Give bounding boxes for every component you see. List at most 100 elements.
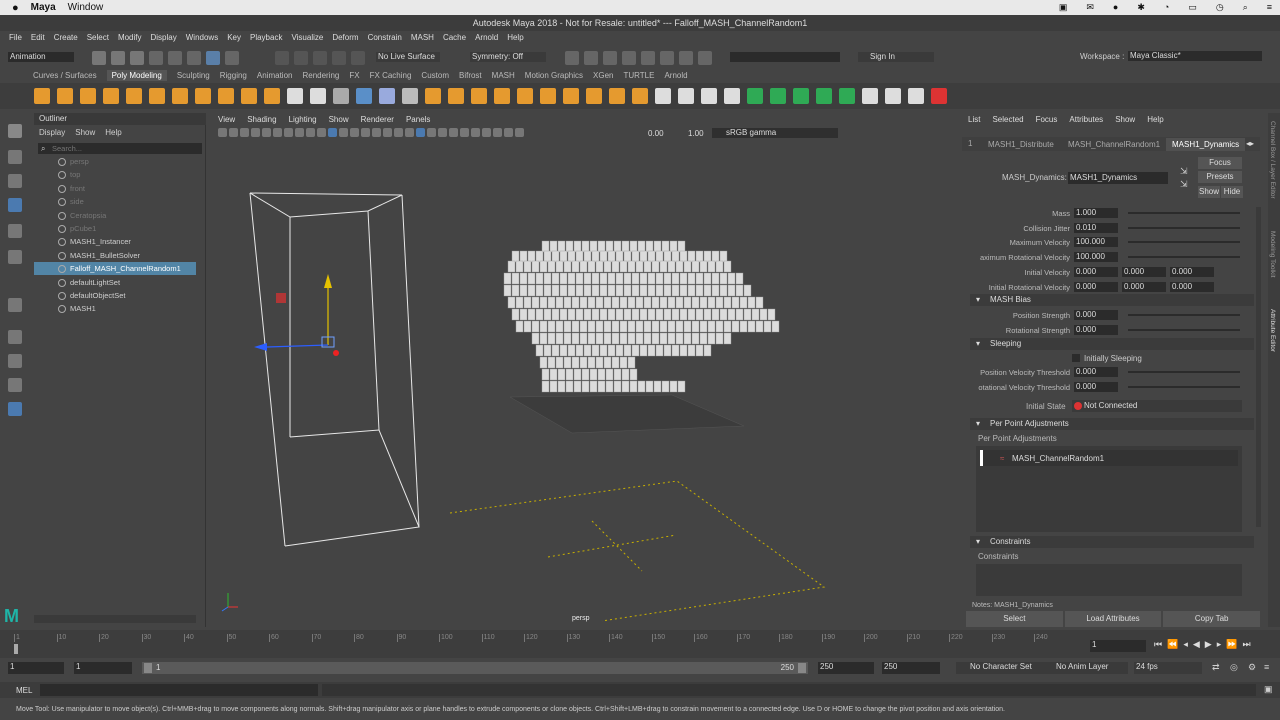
shelf-tool-icon[interactable] [908,88,924,104]
shelf-tool-icon[interactable] [103,88,119,104]
shelf-tool-icon[interactable] [494,88,510,104]
tab-scroll-left-icon[interactable]: 1 [968,139,972,148]
shelf-tool-icon[interactable] [172,88,188,104]
section-sleeping[interactable]: ▾ Sleeping [970,338,1254,350]
range-end-handle[interactable] [798,663,806,673]
shelf-tool-icon[interactable] [57,88,73,104]
menu-mash[interactable]: MASH [411,33,434,42]
viewport-toolbar-icon[interactable] [218,128,227,137]
shelf-tool-icon[interactable] [770,88,786,104]
outliner-item[interactable]: defaultObjectSet [34,289,196,302]
shelf-tab-motion-graphics[interactable]: Motion Graphics [525,71,583,80]
outliner-search-input[interactable] [38,143,202,154]
shelf-tab-sculpting[interactable]: Sculpting [177,71,210,80]
shelf-tool-icon[interactable] [402,88,418,104]
outliner-item[interactable]: persp [34,155,196,168]
menu-windows[interactable]: Windows [186,33,218,42]
attr-value-field[interactable]: 0.000 [1170,281,1214,292]
battery-icon[interactable]: ▭ [1188,2,1197,13]
shelf-tool-icon[interactable] [839,88,855,104]
shelf-tool-icon[interactable] [356,88,372,104]
menuset-dropdown[interactable]: Animation [8,52,74,62]
app-menu[interactable]: Maya [31,2,56,13]
focus-arrow-icon[interactable]: ⇲ [1180,166,1188,177]
shelf-tool-icon[interactable] [517,88,533,104]
outliner-item[interactable]: defaultLightSet [34,276,196,289]
attr-slider[interactable] [1128,385,1240,388]
step-forward-key-icon[interactable]: ⏩ [1226,639,1237,650]
select-hierarchy-icon[interactable] [187,51,201,65]
menu-constrain[interactable]: Constrain [368,33,402,42]
tab-arrows-icon[interactable]: ◂▸ [1246,139,1254,148]
arnold-icon[interactable] [679,51,693,65]
attr-value-field[interactable]: 0.000 [1074,381,1118,392]
viewport-toolbar-icon[interactable] [262,128,271,137]
current-frame-field[interactable]: 1 [1090,640,1146,652]
sign-in-button[interactable]: Sign In [858,52,934,62]
outliner-item[interactable]: pCube1 [34,222,196,235]
menu-playback[interactable]: Playback [250,33,282,42]
live-surface-field[interactable]: No Live Surface [376,52,440,62]
shelf-tool-icon[interactable] [563,88,579,104]
attr-value-field[interactable]: 0.000 [1170,266,1214,277]
snap-surface-icon[interactable] [351,51,365,65]
attr-value-field[interactable]: 0.010 [1074,222,1118,233]
attr-slider[interactable] [1128,226,1240,229]
viewport-menu-renderer[interactable]: Renderer [361,115,394,124]
step-back-icon[interactable]: ◂ [1183,639,1188,650]
initially-sleeping-checkbox[interactable] [1072,354,1080,362]
attr-value-field[interactable]: 0.000 [1074,367,1118,377]
menu-arnold[interactable]: Arnold [475,33,498,42]
rotate-tool-icon[interactable] [8,224,22,238]
viewport-toolbar-icon[interactable] [504,128,513,137]
shelf-tool-icon[interactable] [655,88,671,104]
viewport-toolbar-icon[interactable] [317,128,326,137]
attr-value-field[interactable]: 0.000 [1122,266,1166,277]
viewport-toolbar-icon[interactable] [350,128,359,137]
tab-channel-box[interactable]: Channel Box / Layer Editor [1269,121,1276,199]
render-icon[interactable] [584,51,598,65]
menu-select[interactable]: Select [87,33,109,42]
anim-layer-dropdown[interactable]: No Anim Layer [1044,662,1128,674]
wifi-icon[interactable]: ◔ [1164,2,1169,13]
attr-slider[interactable] [1128,371,1240,373]
viewport-menu-lighting[interactable]: Lighting [289,115,317,124]
viewport-toolbar-icon[interactable] [383,128,392,137]
select-object-icon[interactable] [206,51,220,65]
viewport-toolbar-icon[interactable] [471,128,480,137]
select-component-icon[interactable] [225,51,239,65]
drag-handle[interactable] [980,450,983,466]
shelf-tab-fx[interactable]: FX [349,71,359,80]
paint-tool-icon[interactable] [8,174,22,188]
exposure-value[interactable]: 1.00 [688,129,704,138]
viewport-menu-view[interactable]: View [218,115,235,124]
command-input[interactable] [40,684,318,696]
viewport-toolbar-icon[interactable] [372,128,381,137]
shelf-tool-icon[interactable] [425,88,441,104]
playback-end-field[interactable]: 250 [818,662,874,674]
shelf-tab-curves-surfaces[interactable]: Curves / Surfaces [33,71,97,80]
undo-icon[interactable] [149,51,163,65]
attr-value-field[interactable]: 0.000 [1074,310,1118,320]
attr-slider[interactable] [1128,314,1240,316]
shelf-tool-icon[interactable] [862,88,878,104]
snap-view-icon[interactable] [332,51,346,65]
tray-icon[interactable]: ● [1113,2,1118,13]
attribute-editor-scrollbar[interactable] [1256,207,1261,527]
shelf-tool-icon[interactable] [586,88,602,104]
lasso-tool-icon[interactable] [8,150,22,164]
fps-dropdown[interactable]: 24 fps [1134,662,1202,674]
tab-mash-dynamics[interactable]: MASH1_Dynamics [1166,138,1246,151]
attr-slider[interactable] [1128,212,1240,214]
outliner-item[interactable]: MASH1_BulletSolver [34,249,196,262]
shelf-tab-arnold[interactable]: Arnold [664,71,687,80]
menu-cache[interactable]: Cache [443,33,466,42]
shelf-tab-custom[interactable]: Custom [421,71,449,80]
viewport-toolbar-icon[interactable] [339,128,348,137]
shelf-tool-icon[interactable] [218,88,234,104]
outliner-menu-help[interactable]: Help [105,128,121,137]
show-manipulator-icon[interactable] [8,298,22,312]
shelf-tool-icon[interactable] [241,88,257,104]
tab-attribute-editor[interactable]: Attribute Editor [1269,309,1276,352]
section-per-point-adjustments[interactable]: ▾ Per Point Adjustments [970,418,1254,430]
